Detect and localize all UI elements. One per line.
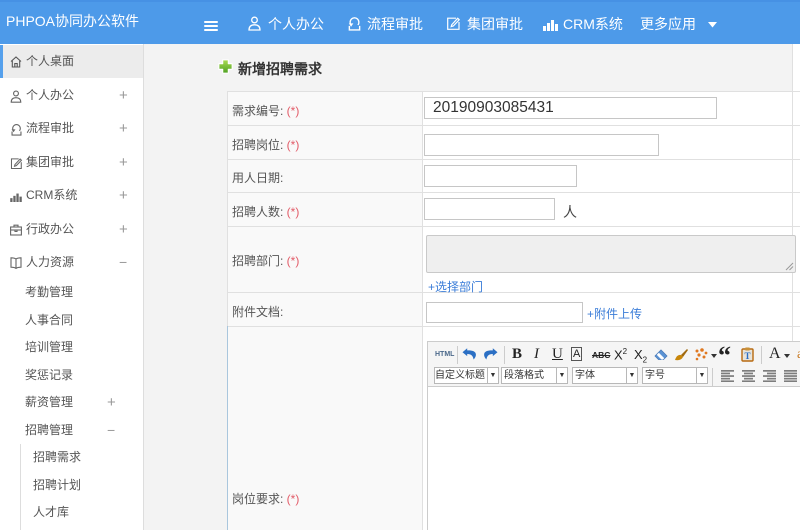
svg-text:T: T: [744, 351, 750, 361]
